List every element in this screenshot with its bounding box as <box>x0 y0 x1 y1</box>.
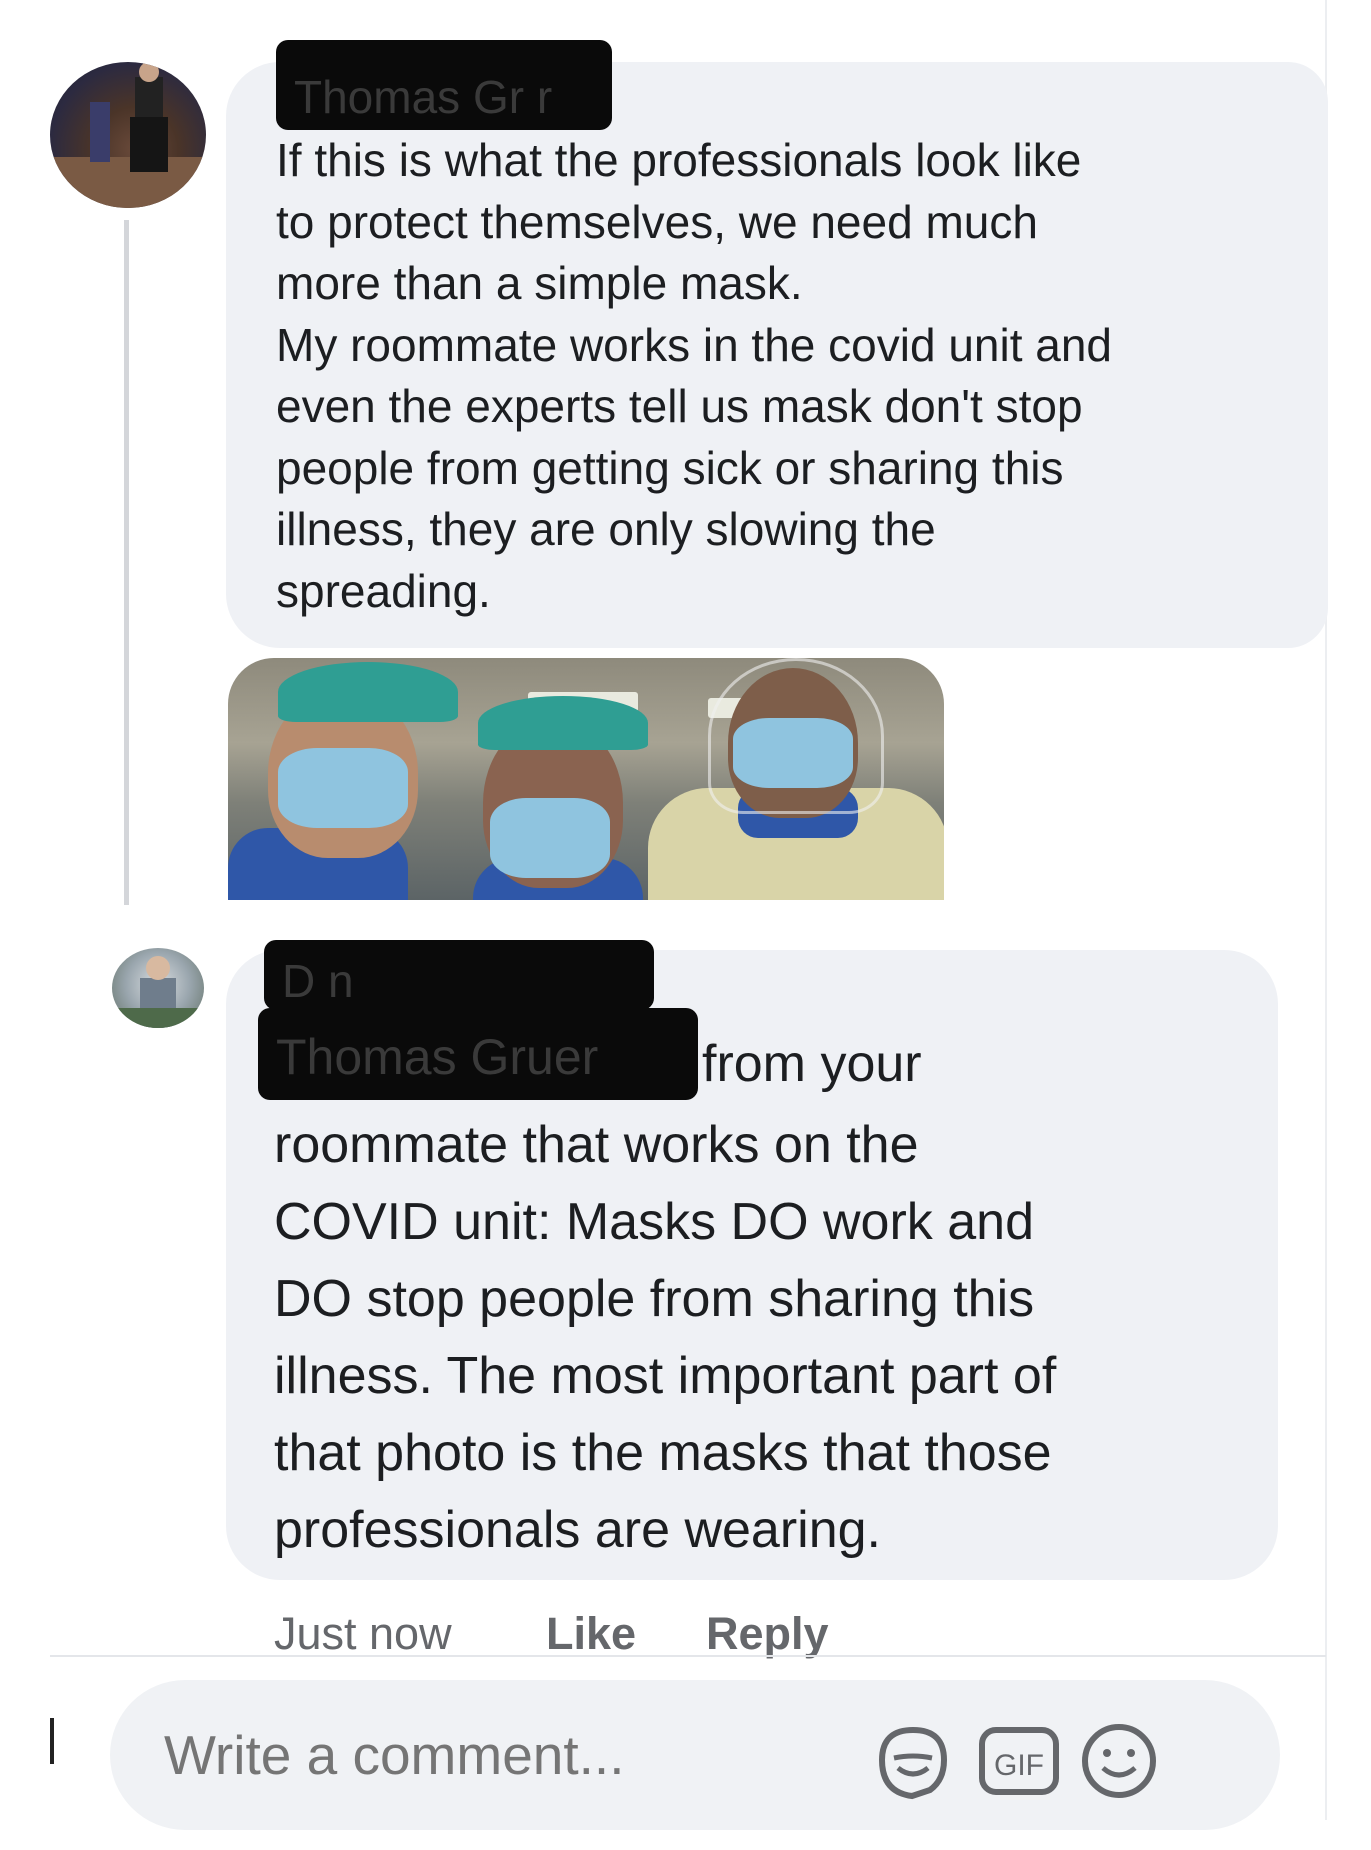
thread-line <box>124 220 129 905</box>
comment-text: roommate that works on the COVID unit: M… <box>274 1116 1057 1559</box>
emoji-icon[interactable] <box>1078 1720 1160 1802</box>
author-name[interactable]: D n <box>282 954 354 1008</box>
face-shield <box>708 658 884 814</box>
sticker-icon[interactable] <box>872 1720 954 1802</box>
comment-photo[interactable] <box>228 658 944 900</box>
author-name[interactable]: Thomas Gr r <box>294 70 552 124</box>
text-cursor <box>50 1718 54 1764</box>
face-mask <box>490 798 610 878</box>
mention-name[interactable]: Thomas Gruer <box>276 1028 598 1086</box>
like-button[interactable]: Like <box>546 1608 636 1660</box>
surgical-cap <box>478 696 648 750</box>
avatar[interactable] <box>112 948 204 1028</box>
face-mask <box>278 748 408 828</box>
comment-composer[interactable]: GIF <box>110 1680 1280 1830</box>
gif-icon[interactable]: GIF <box>978 1720 1060 1802</box>
redacted-author-name: D n <box>264 940 654 1010</box>
comment-input[interactable] <box>162 1722 826 1788</box>
mention-tail-text: from your <box>702 1035 922 1093</box>
redacted-author-name: Thomas Gr r <box>276 40 612 130</box>
divider <box>50 1655 1326 1657</box>
avatar[interactable] <box>50 62 206 208</box>
comment-text: If this is what the professionals look l… <box>276 134 1113 617</box>
gif-label: GIF <box>994 1749 1044 1782</box>
reply-button[interactable]: Reply <box>706 1608 829 1660</box>
timestamp: Just now <box>274 1608 452 1659</box>
surgical-cap <box>278 662 458 722</box>
redacted-mention: Thomas Gruer <box>258 1008 698 1100</box>
